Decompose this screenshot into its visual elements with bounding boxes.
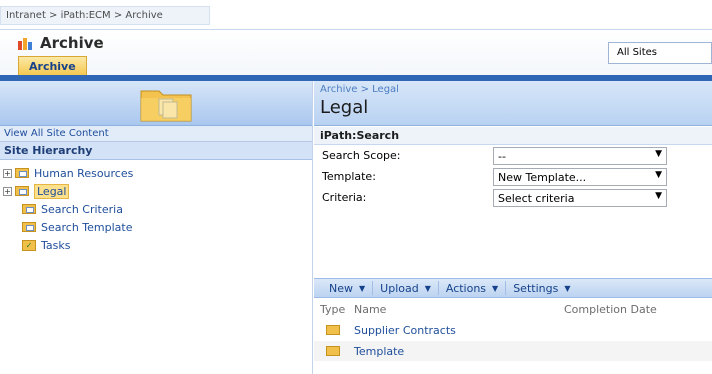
column-header-completion-date[interactable]: Completion Date [564, 303, 704, 316]
page-breadcrumb[interactable]: Archive > Legal [320, 84, 706, 95]
folder-icon [314, 346, 354, 356]
tree-item-search-template[interactable]: Search Template [0, 218, 312, 236]
dropdown-arrow-icon: ▼ [655, 170, 662, 180]
template-dropdown[interactable]: New Template... ▼ [493, 168, 667, 186]
new-menu-button[interactable]: New ▼ [322, 281, 374, 295]
dropdown-value: -- [498, 150, 506, 163]
dropdown-value: New Template... [498, 171, 587, 184]
search-scope-row: Search Scope: -- ▼ [314, 145, 712, 166]
template-row: Template: New Template... ▼ [314, 166, 712, 187]
view-all-site-content-link[interactable]: View All Site Content [0, 126, 312, 142]
list-icon [22, 222, 36, 232]
global-breadcrumb[interactable]: Intranet > iPath:ECM > Archive [0, 6, 210, 25]
expand-icon[interactable]: + [3, 168, 12, 178]
tab-archive[interactable]: Archive [18, 56, 87, 76]
list-icon [22, 204, 36, 214]
column-header-type[interactable]: Type [314, 303, 354, 316]
site-icon [15, 168, 29, 178]
folder-icon [314, 325, 354, 335]
settings-label: Settings [513, 281, 559, 295]
list-item-name[interactable]: Template [354, 345, 404, 358]
tree-item-label: Human Resources [34, 166, 134, 180]
settings-menu-button[interactable]: Settings ▼ [506, 281, 577, 295]
field-label: Criteria: [322, 191, 367, 204]
column-header-name[interactable]: Name [354, 303, 564, 316]
main-content: Archive > Legal Legal iPath:Search Searc… [314, 81, 712, 374]
site-title[interactable]: Archive [40, 34, 104, 52]
caret-down-icon: ▼ [492, 283, 499, 293]
left-navigation: View All Site Content Site Hierarchy + H… [0, 81, 313, 374]
page-header: Archive > Legal Legal [314, 81, 712, 126]
tree-item-human-resources[interactable]: + Human Resources [0, 164, 312, 182]
tree-item-label: Search Template [41, 220, 133, 234]
tree-item-label: Legal [34, 183, 70, 199]
top-bar: Intranet > iPath:ECM > Archive [0, 0, 712, 30]
dropdown-arrow-icon: ▼ [655, 191, 662, 201]
site-header: Archive All Sites Archive [0, 30, 712, 76]
actions-label: Actions [445, 281, 487, 295]
folder-icon [140, 90, 192, 122]
list-item[interactable]: Template [314, 341, 712, 361]
upload-label: Upload [380, 281, 419, 295]
tree-item-tasks[interactable]: ✓ Tasks [0, 236, 312, 254]
search-scope-select[interactable]: All Sites [608, 42, 712, 64]
webpart-title: iPath:Search [314, 127, 712, 145]
tree-item-label: Search Criteria [41, 202, 123, 216]
list-item[interactable]: Supplier Contracts [314, 320, 712, 340]
caret-down-icon: ▼ [424, 283, 431, 293]
tree-item-label: Tasks [41, 238, 71, 252]
upload-menu-button[interactable]: Upload ▼ [373, 281, 439, 295]
site-hierarchy-heading: Site Hierarchy [0, 142, 312, 160]
site-title-row: Archive [18, 34, 104, 52]
page-title: Legal [320, 97, 369, 118]
list-item-name[interactable]: Supplier Contracts [354, 324, 456, 337]
search-scope-dropdown[interactable]: -- ▼ [493, 147, 667, 165]
list-toolbar: New ▼ Upload ▼ Actions ▼ Settings ▼ [314, 278, 712, 298]
dropdown-value: Select criteria [498, 192, 575, 205]
site-image-area [0, 81, 312, 126]
criteria-row: Criteria: Select criteria ▼ [314, 187, 712, 208]
tree-item-legal[interactable]: + Legal [0, 182, 312, 200]
list-header: Type Name Completion Date [314, 300, 712, 318]
field-label: Template: [322, 170, 376, 183]
expand-icon[interactable]: + [3, 186, 12, 196]
tree-item-search-criteria[interactable]: Search Criteria [0, 200, 312, 218]
criteria-dropdown[interactable]: Select criteria ▼ [493, 189, 667, 207]
new-label: New [329, 281, 353, 295]
caret-down-icon: ▼ [359, 283, 366, 293]
site-icon [15, 186, 29, 196]
site-hierarchy-tree: + Human Resources + Legal Search Criteri… [0, 160, 312, 258]
tasks-icon: ✓ [22, 239, 36, 251]
dropdown-arrow-icon: ▼ [655, 149, 662, 159]
field-label: Search Scope: [322, 149, 401, 162]
sharepoint-logo-icon [18, 36, 34, 50]
caret-down-icon: ▼ [564, 283, 571, 293]
actions-menu-button[interactable]: Actions ▼ [439, 281, 507, 295]
